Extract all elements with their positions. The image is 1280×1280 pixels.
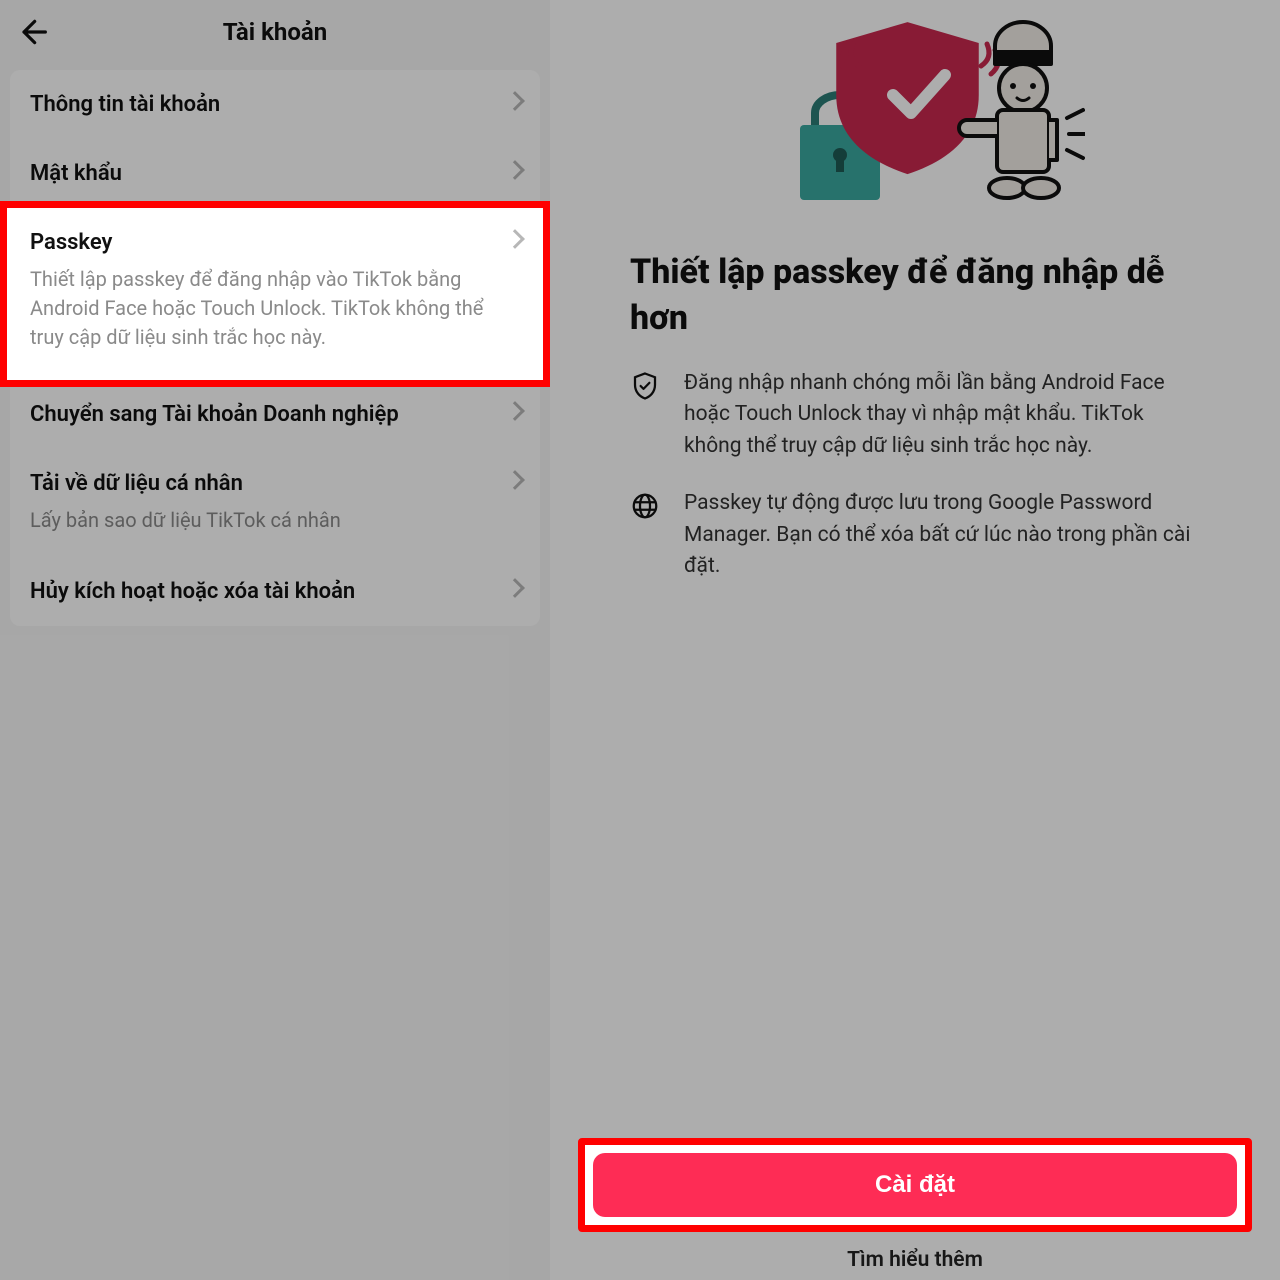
settings-list: Thông tin tài khoản Mật khẩu Passkey Thi… [10, 70, 540, 626]
passkey-setup-screen: Thiết lập passkey để đăng nhập dễ hơn Đă… [550, 0, 1280, 1280]
shield-check-icon [630, 371, 662, 403]
row-label: Mật khẩu [30, 161, 520, 186]
row-label: Passkey [30, 230, 520, 255]
benefit-text: Passkey tự động được lưu trong Google Pa… [684, 488, 1200, 583]
back-icon[interactable] [16, 16, 48, 48]
benefits-list: Đăng nhập nhanh chóng mỗi lần bằng Andro… [630, 368, 1200, 583]
globe-icon [630, 491, 662, 523]
row-passkey[interactable]: Passkey Thiết lập passkey để đăng nhập v… [7, 208, 543, 380]
page-title: Tài khoản [223, 18, 327, 46]
benefit-item: Passkey tự động được lưu trong Google Pa… [630, 488, 1200, 583]
left-header: Tài khoản [0, 0, 550, 64]
row-label: Thông tin tài khoản [30, 92, 520, 117]
row-business-account[interactable]: Chuyển sang Tài khoản Doanh nghiệp [10, 380, 540, 449]
hero-illustration [745, 10, 1085, 230]
benefit-item: Đăng nhập nhanh chóng mỗi lần bằng Andro… [630, 368, 1200, 463]
row-account-info[interactable]: Thông tin tài khoản [10, 70, 540, 139]
row-label: Tải về dữ liệu cá nhân [30, 471, 520, 496]
row-label: Hủy kích hoạt hoặc xóa tài khoản [30, 579, 520, 604]
row-description: Lấy bản sao dữ liệu TikTok cá nhân [30, 506, 520, 535]
row-label: Chuyển sang Tài khoản Doanh nghiệp [30, 402, 520, 427]
setup-button[interactable]: Cài đặt [593, 1153, 1237, 1217]
row-download-data[interactable]: Tải về dữ liệu cá nhân Lấy bản sao dữ li… [10, 449, 540, 557]
learn-more-link[interactable]: Tìm hiểu thêm [847, 1248, 983, 1272]
benefit-text: Đăng nhập nhanh chóng mỗi lần bằng Andro… [684, 368, 1200, 463]
account-settings-screen: Tài khoản Thông tin tài khoản Mật khẩu P… [0, 0, 550, 1280]
bottom-actions: Cài đặt Tìm hiểu thêm [550, 1138, 1280, 1280]
row-description: Thiết lập passkey để đăng nhập vào TikTo… [30, 265, 520, 352]
primary-button-highlight: Cài đặt [578, 1138, 1252, 1232]
row-deactivate[interactable]: Hủy kích hoạt hoặc xóa tài khoản [10, 557, 540, 626]
passkey-heading: Thiết lập passkey để đăng nhập dễ hơn [630, 250, 1200, 342]
row-password[interactable]: Mật khẩu [10, 139, 540, 208]
